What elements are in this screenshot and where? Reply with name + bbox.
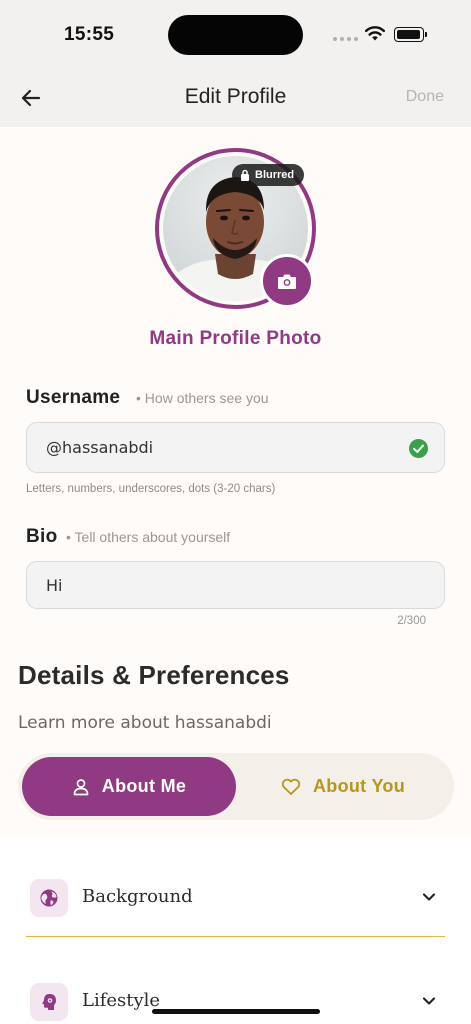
chevron-down-icon [422, 893, 436, 901]
tab-about-me-label: About Me [101, 776, 187, 796]
globe-icon [30, 879, 68, 917]
status-bar: 15:55 [0, 0, 471, 70]
blurred-label: Blurred [255, 169, 295, 181]
bio-hint: • Tell others about yourself [66, 529, 231, 545]
section-lifestyle-label: Lifestyle [82, 990, 161, 1011]
head-icon [30, 983, 68, 1021]
username-field[interactable]: @hassanabdi [26, 422, 445, 473]
change-photo-button[interactable] [260, 254, 314, 308]
username-value: @hassanabdi [46, 438, 154, 457]
bio-field[interactable]: Hi [26, 561, 445, 609]
person-icon [73, 778, 89, 795]
lock-icon [241, 169, 249, 181]
home-indicator [152, 1009, 320, 1014]
details-subtitle: Learn more about hassanabdi [18, 713, 272, 733]
username-label: Username [26, 387, 121, 408]
tab-about-me[interactable]: About Me [22, 757, 236, 816]
check-circle-icon [409, 439, 428, 458]
bio-char-count: 2/300 [397, 615, 426, 627]
status-time: 15:55 [64, 24, 115, 45]
details-tabs: About Me About You [18, 753, 454, 820]
tab-about-you-label: About You [312, 776, 405, 796]
section-lifestyle[interactable]: Lifestyle [26, 965, 445, 1024]
camera-icon [278, 274, 296, 289]
heart-icon [281, 778, 301, 795]
tab-about-you[interactable]: About You [236, 757, 450, 816]
bio-value: Hi [46, 575, 63, 595]
page-title: Edit Profile [184, 85, 287, 108]
chevron-down-icon [422, 997, 436, 1005]
dynamic-island [168, 15, 303, 55]
section-background[interactable]: Background [26, 861, 445, 937]
nav-bar: Edit Profile Done [0, 70, 471, 127]
edit-profile-content: Blurred Main Profile Photo Username • Ho… [0, 127, 471, 837]
main-photo-caption: Main Profile Photo [149, 328, 322, 349]
section-divider [26, 936, 445, 937]
wifi-icon [365, 26, 385, 41]
details-title: Details & Preferences [18, 660, 290, 690]
username-helper: Letters, numbers, underscores, dots (3-2… [26, 483, 276, 495]
blurred-badge: Blurred [232, 164, 305, 186]
section-background-label: Background [82, 886, 193, 907]
bio-label: Bio [26, 526, 58, 547]
username-hint: • How others see you [136, 390, 269, 406]
signal-icon [333, 37, 358, 41]
battery-icon [394, 27, 427, 42]
done-button[interactable]: Done [406, 88, 444, 106]
